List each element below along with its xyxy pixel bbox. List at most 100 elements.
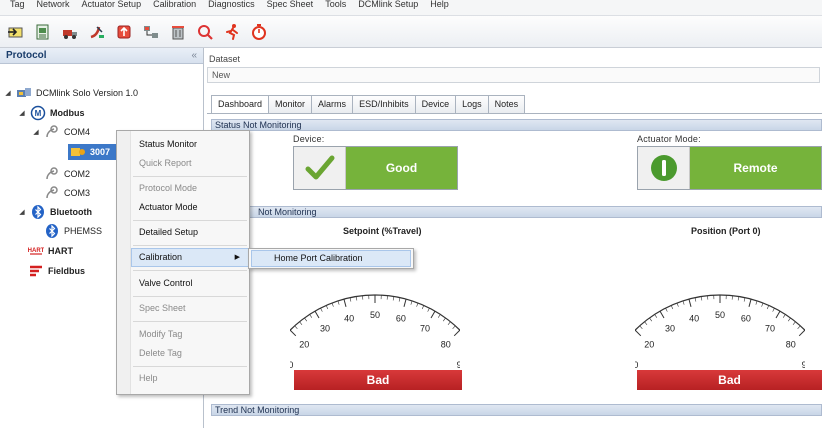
- menu-item-help[interactable]: Help: [131, 369, 249, 388]
- menu-item-quick-report[interactable]: Quick Report: [131, 154, 249, 173]
- menu-item-valve-control[interactable]: Valve Control: [131, 274, 249, 293]
- menu-item-delete-tag[interactable]: Delete Tag: [131, 344, 249, 363]
- tree-item-com2[interactable]: COM2: [44, 165, 90, 183]
- satellite-icon[interactable]: [85, 20, 109, 44]
- gauge-tick-label: 30: [320, 323, 330, 333]
- checkmark-icon: [294, 147, 346, 189]
- gauges-section-header: Not Monitoring: [211, 206, 822, 218]
- tab-monitor[interactable]: Monitor: [268, 95, 313, 113]
- gauge-minor-tick: [437, 314, 441, 318]
- menu-actuator-setup[interactable]: Actuator Setup: [76, 0, 148, 12]
- modbus-icon: M: [30, 105, 46, 121]
- tree-item-com3[interactable]: COM3: [44, 184, 90, 202]
- tree-label-root: DCMlink Solo Version 1.0: [36, 88, 139, 98]
- menu-separator: [133, 270, 247, 271]
- expand-arrow-icon[interactable]: ◢: [32, 128, 40, 136]
- submenu-arrow-icon: ▶: [234, 254, 240, 261]
- menu-dcmlink-setup[interactable]: DCMlink Setup: [352, 0, 424, 12]
- gauge-minor-tick: [304, 317, 308, 322]
- network-icon[interactable]: [139, 20, 163, 44]
- tab-device[interactable]: Device: [414, 95, 457, 113]
- com-port-icon: [44, 124, 60, 140]
- menu-diagnostics[interactable]: Diagnostics: [202, 0, 261, 12]
- tree-item-root[interactable]: ◢ DCMlink Solo Version 1.0: [4, 84, 138, 102]
- gauge-major-tick: [403, 298, 407, 307]
- actuator-mode-value: Remote: [690, 147, 821, 189]
- tree-item-hart[interactable]: HART HART: [28, 242, 73, 260]
- svg-text:M: M: [35, 109, 42, 118]
- gauge-minor-tick: [665, 307, 668, 312]
- gauge-tick-label: 10: [635, 360, 638, 370]
- tree-label-device: 3007: [90, 147, 111, 157]
- tree-label-com4: COM4: [64, 127, 91, 137]
- document-icon[interactable]: [31, 20, 55, 44]
- stopwatch-icon[interactable]: [247, 20, 271, 44]
- device-status-value: Good: [346, 147, 457, 189]
- gauge-minor-tick: [421, 305, 425, 310]
- gauge-minor-tick: [737, 296, 740, 301]
- expand-arrow-icon[interactable]: ◢: [18, 109, 26, 117]
- tree-item-fieldbus[interactable]: Fieldbus: [28, 262, 85, 280]
- gauge-minor-tick: [639, 325, 643, 329]
- tree-label-com3: COM3: [64, 188, 91, 198]
- menu-item-calibration[interactable]: Calibration ▶: [131, 248, 249, 267]
- gauge-major-tick: [314, 310, 320, 319]
- gauge-minor-tick: [649, 317, 653, 322]
- menu-separator: [133, 296, 247, 297]
- tree-label-modbus: Modbus: [50, 108, 85, 118]
- tree-item-bluetooth[interactable]: ◢ Bluetooth: [18, 203, 92, 221]
- tag-open-icon[interactable]: [4, 20, 28, 44]
- menu-item-home-port-calibration[interactable]: Home Port Calibration: [251, 250, 411, 267]
- menu-item-modify-tag[interactable]: Modify Tag: [131, 325, 249, 344]
- tree-label-fieldbus: Fieldbus: [48, 266, 86, 276]
- tree-item-com4[interactable]: ◢ COM4: [32, 123, 90, 141]
- menu-item-actuator-mode[interactable]: Actuator Mode: [131, 198, 249, 217]
- dataset-label: Dataset: [209, 54, 241, 64]
- tree-item-modbus[interactable]: ◢ M Modbus: [18, 104, 85, 122]
- gauge-minor-tick: [410, 300, 413, 305]
- setpoint-gauge-title: Setpoint (%Travel): [343, 226, 422, 236]
- menu-network[interactable]: Network: [31, 0, 76, 12]
- tab-alarms[interactable]: Alarms: [311, 95, 354, 113]
- tab-esd-inhibits[interactable]: ESD/Inhibits: [352, 95, 416, 113]
- gauge-tick-label: 90: [802, 360, 805, 370]
- dataset-field[interactable]: New: [207, 67, 820, 83]
- tab-logs[interactable]: Logs: [455, 95, 489, 113]
- actuator-mode-status: Remote: [637, 146, 822, 190]
- trash-icon[interactable]: [166, 20, 190, 44]
- menu-item-detailed-setup[interactable]: Detailed Setup: [131, 223, 249, 242]
- upload-icon[interactable]: [112, 20, 136, 44]
- info-icon: [638, 147, 690, 189]
- runner-icon[interactable]: [220, 20, 244, 44]
- setpoint-status-bar: Bad: [294, 370, 462, 390]
- truck-icon[interactable]: [58, 20, 82, 44]
- expand-arrow-icon[interactable]: ◢: [4, 89, 12, 97]
- gauge-minor-tick: [392, 296, 395, 301]
- menu-help[interactable]: Help: [424, 0, 455, 12]
- menu-tag[interactable]: Tag: [4, 0, 31, 12]
- tab-notes[interactable]: Notes: [487, 95, 526, 113]
- gauge-tick-label: 50: [370, 310, 380, 320]
- gauge-minor-tick: [676, 302, 679, 307]
- search-icon[interactable]: [193, 20, 217, 44]
- tree-item-phemss[interactable]: PHEMSS: [44, 222, 102, 240]
- gauge-major-tick: [453, 329, 460, 337]
- menu-item-status-monitor[interactable]: Status Monitor: [131, 135, 249, 154]
- gauge-minor-tick: [755, 300, 758, 305]
- menu-tools[interactable]: Tools: [319, 0, 352, 12]
- tree-label-hart: HART: [48, 246, 73, 256]
- expand-arrow-icon[interactable]: ◢: [18, 208, 26, 216]
- gauge-minor-tick: [309, 314, 313, 318]
- gauge-minor-tick: [694, 297, 697, 302]
- gauge-minor-tick: [355, 296, 358, 301]
- collapse-icon[interactable]: «: [191, 50, 197, 61]
- tree-item-device-3007[interactable]: 3007: [70, 143, 110, 161]
- gauge-minor-tick: [442, 317, 446, 322]
- tab-dashboard[interactable]: Dashboard: [211, 95, 270, 114]
- menu-item-protocol-mode[interactable]: Protocol Mode: [131, 179, 249, 198]
- menu-item-spec-sheet[interactable]: Spec Sheet: [131, 299, 249, 318]
- position-gauge: 01020304050607080901000: [635, 294, 805, 370]
- menu-calibration[interactable]: Calibration: [147, 0, 202, 12]
- device-label: Device:: [293, 134, 325, 144]
- menu-spec-sheet[interactable]: Spec Sheet: [261, 0, 320, 12]
